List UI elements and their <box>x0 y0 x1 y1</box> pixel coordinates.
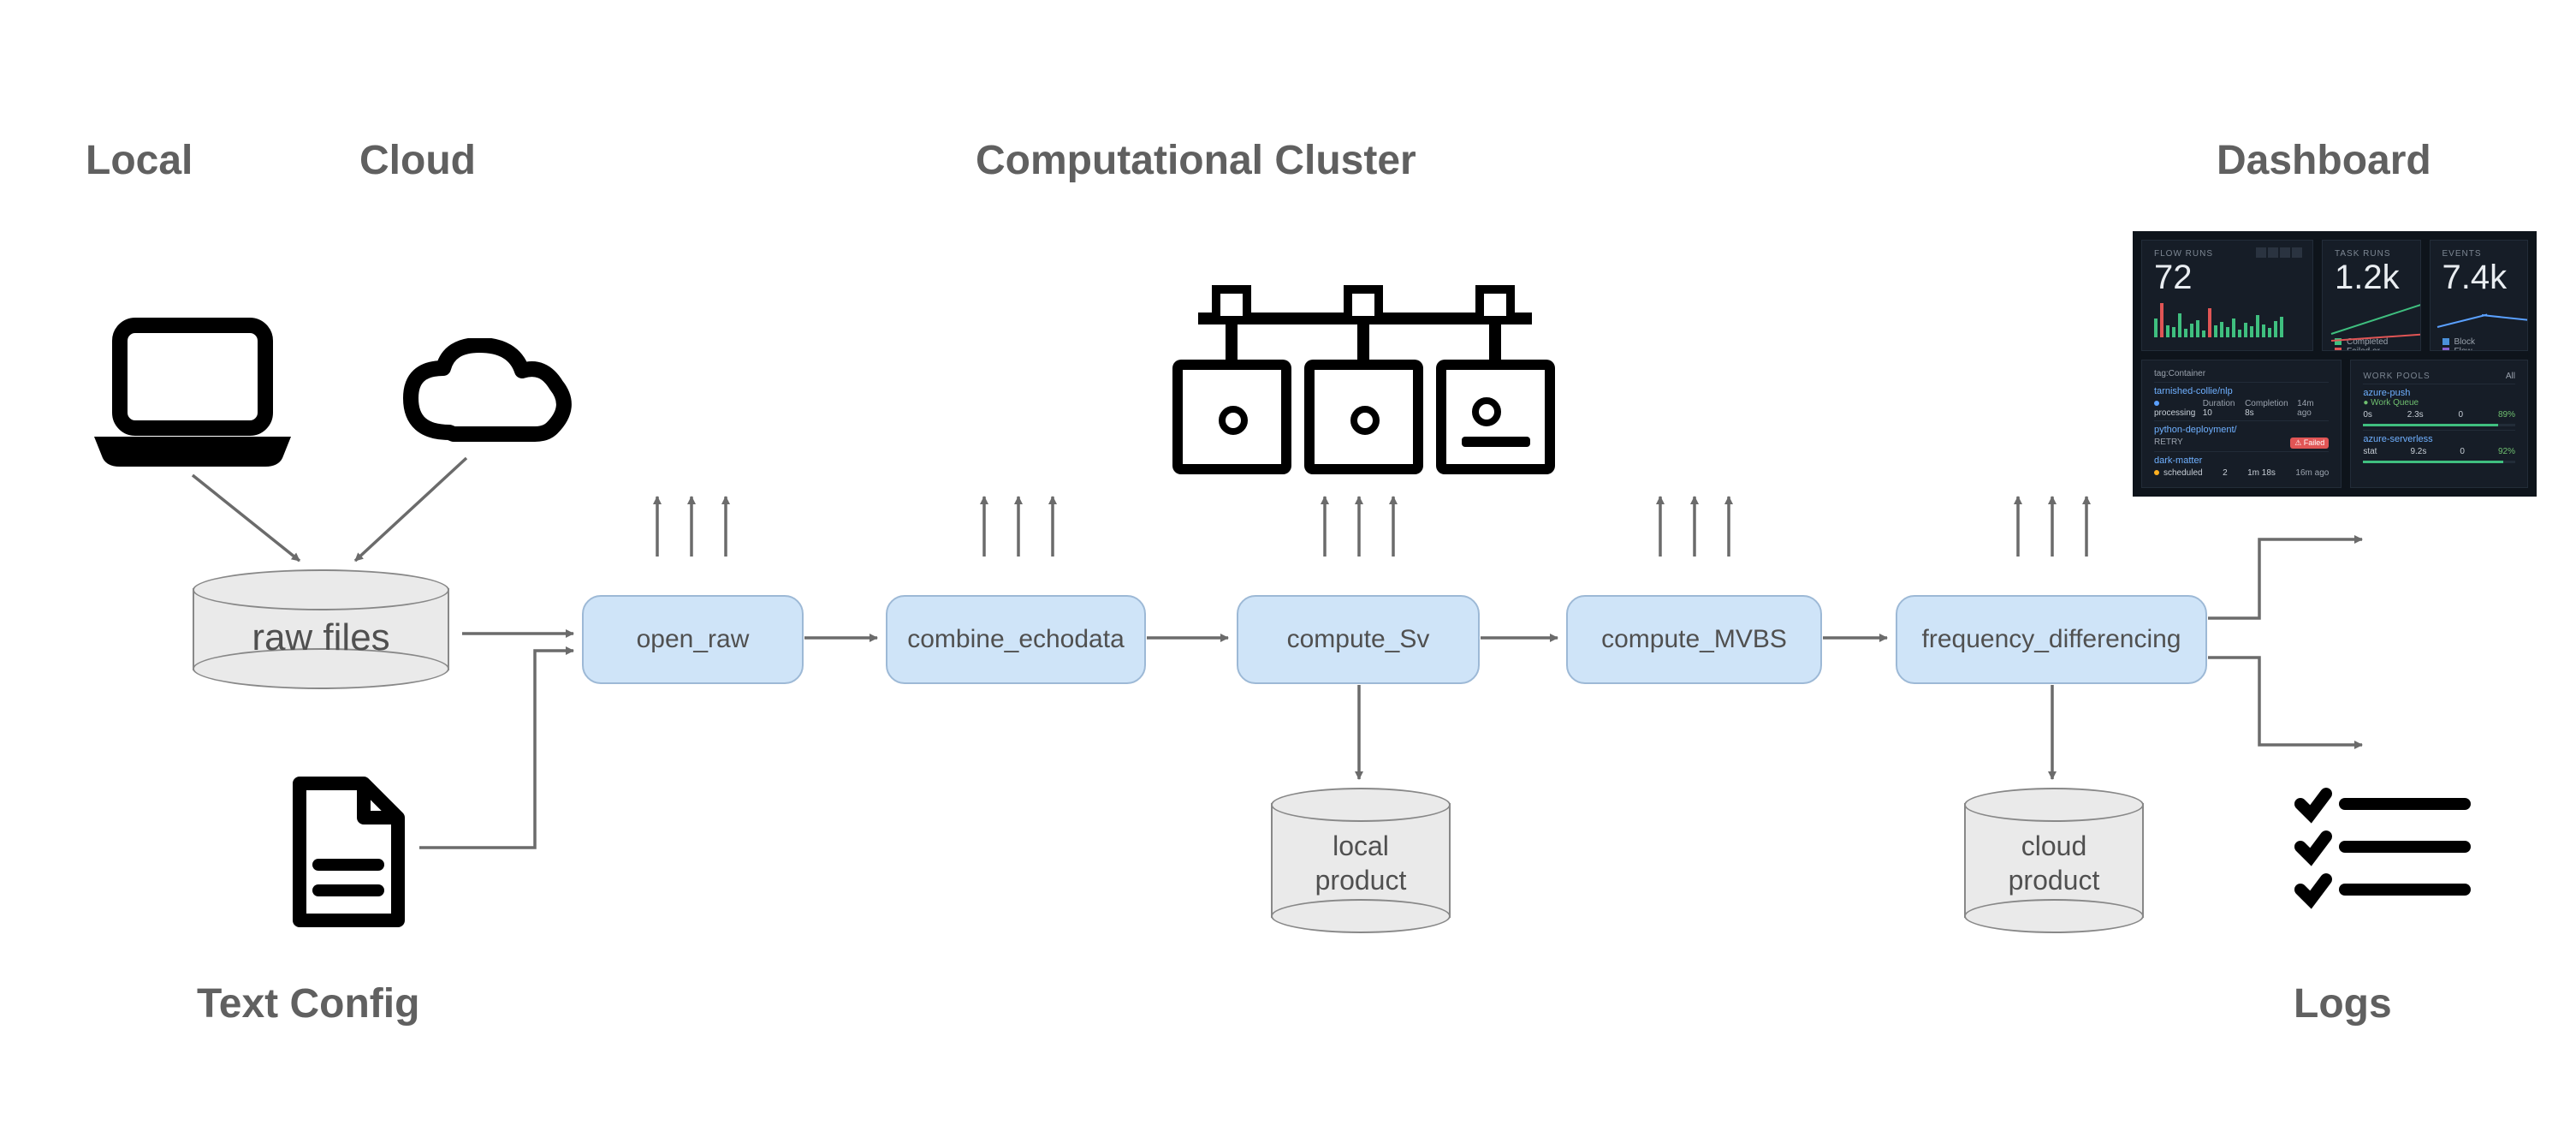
dashboard-panel: FLOW RUNS 72 <box>2133 231 2537 497</box>
dash-leg-block: Block <box>2454 337 2475 347</box>
dash-item1-name: tarnished-collie/nlp <box>2154 386 2329 396</box>
dash-wp1-name: azure-push <box>2363 388 2515 398</box>
dash-task-title: TASK RUNS <box>2335 249 2408 259</box>
dash-events: EVENTS 7.4k Block Flow Task <box>2430 240 2529 351</box>
dash-tag-panel: tag:Container tarnished-collie/nlp proce… <box>2141 360 2342 488</box>
dash-flow-value: 72 <box>2154 260 2300 295</box>
dash-wp-title: WORK POOLS <box>2363 372 2430 381</box>
dash-task-value: 1.2k <box>2335 260 2408 295</box>
dash-tag-title: tag:Container <box>2154 369 2205 378</box>
dash-flow-runs: FLOW RUNS 72 <box>2141 240 2313 351</box>
dash-item3-name: dark-matter <box>2154 455 2329 466</box>
arrows-layer <box>0 0 2576 1137</box>
dash-task-runs: TASK RUNS 1.2k Completed Failed or Crash… <box>2322 240 2421 351</box>
dash-flow-bars <box>2154 301 2300 337</box>
dash-workpools: WORK POOLS All azure-push ● Work Queue 0… <box>2350 360 2528 488</box>
dash-leg-flow: Flow <box>2454 347 2472 351</box>
dash-item2-name: python-deployment/ <box>2154 425 2329 435</box>
dash-events-value: 7.4k <box>2442 260 2516 295</box>
dash-item1-status: processing <box>2154 408 2195 418</box>
diagram-canvas: Local Cloud Computational Cluster Dashbo… <box>0 0 2576 1137</box>
dash-wp2-name: azure-serverless <box>2363 434 2515 444</box>
dash-events-title: EVENTS <box>2442 249 2516 259</box>
